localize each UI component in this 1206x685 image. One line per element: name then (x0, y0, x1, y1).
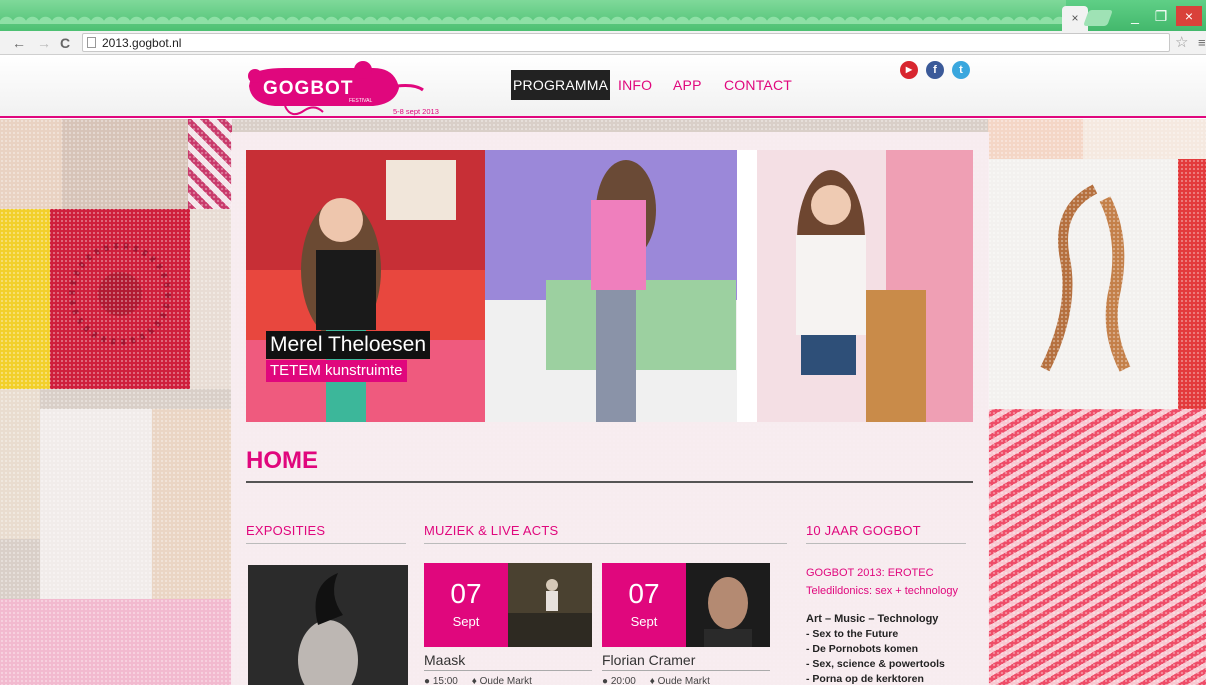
event-month: Sept (630, 614, 658, 629)
back-button[interactable]: ← (12, 34, 26, 52)
minimize-button[interactable]: _ (1124, 6, 1146, 26)
address-bar[interactable]: 2013.gogbot.nl (82, 33, 1170, 52)
event-photo[interactable] (508, 563, 592, 647)
clock-icon: ● (424, 676, 431, 685)
facebook-icon[interactable]: f (926, 61, 944, 79)
event-location: Oude Markt (479, 676, 532, 685)
nav-app[interactable]: APP (673, 70, 702, 100)
tabstrip-decoration (0, 0, 1066, 31)
list-item: - De Pornobots komen (806, 643, 919, 655)
tab-close-button[interactable]: × (1062, 6, 1088, 31)
reload-button[interactable]: C (60, 34, 70, 52)
page-icon (87, 37, 96, 48)
maximize-button[interactable]: ❐ (1150, 6, 1172, 26)
browser-menu-icon[interactable]: ≡ (1198, 35, 1206, 51)
event-divider (602, 670, 770, 671)
bookmark-star-icon[interactable]: ☆ (1175, 34, 1188, 52)
gogbot-tagline[interactable]: Teledildonics: sex + technology (806, 584, 958, 598)
section-divider (806, 543, 966, 544)
gogbot-subtitle[interactable]: GOGBOT 2013: EROTEC (806, 566, 934, 580)
logo-sub: FESTIVAL (349, 98, 372, 104)
event-date: 07 Sept (602, 563, 686, 647)
event-name[interactable]: Florian Cramer (602, 651, 695, 669)
section-divider (246, 543, 406, 544)
new-tab-button[interactable] (1083, 10, 1113, 26)
event-divider (424, 670, 592, 671)
nav-contact[interactable]: CONTACT (724, 70, 792, 100)
event-meta: ● 20:00 ♦ Oude Markt (602, 676, 710, 685)
gogbot-heading: Art – Music – Technology (806, 613, 939, 625)
gogbot-list: - Sex to the Future - De Pornobots komen… (806, 627, 945, 685)
twitter-icon[interactable]: t (952, 61, 970, 79)
youtube-icon[interactable]: ▶ (900, 61, 918, 79)
logo-text: GOGBOT (263, 78, 353, 99)
location-pin-icon: ♦ (471, 676, 477, 685)
page-title: HOME (246, 447, 318, 474)
title-divider (246, 481, 973, 483)
event-date: 07 Sept (424, 563, 508, 647)
slide-caption-venue[interactable]: TETEM kunstruimte (266, 360, 407, 382)
event-day: 07 (450, 578, 482, 609)
event-time: 15:00 (432, 676, 458, 685)
section-heading-gogbot[interactable]: 10 JAAR GOGBOT (806, 523, 921, 539)
site-header: GOGBOT FESTIVAL 5-8 sept 2013 PROGRAMMA … (0, 56, 1206, 118)
location-pin-icon: ♦ (649, 676, 655, 685)
list-item: - Sex, science & powertools (806, 658, 945, 670)
slide-caption-name[interactable]: Merel Theloesen (266, 331, 431, 359)
event-month: Sept (452, 614, 480, 629)
browser-tabstrip: × _ ❐ × (0, 0, 1206, 31)
list-item: - Porna op de kerktoren (806, 673, 924, 685)
section-heading-exposities[interactable]: EXPOSITIES (246, 523, 325, 539)
nav-programma[interactable]: PROGRAMMA (511, 70, 611, 100)
browser-toolbar: ← → C 2013.gogbot.nl ☆ ≡ (0, 31, 1206, 55)
event-location: Oude Markt (657, 676, 710, 685)
list-item: - Sex to the Future (806, 628, 899, 640)
gogbot-logo[interactable]: GOGBOT FESTIVAL 5-8 sept 2013 (245, 60, 460, 118)
exposition-image[interactable] (248, 565, 408, 685)
forward-button[interactable]: → (37, 34, 51, 52)
clock-icon: ● (602, 676, 609, 685)
event-name[interactable]: Maask (424, 651, 465, 669)
section-heading-muziek[interactable]: MUZIEK & LIVE ACTS (424, 523, 558, 539)
nav-info[interactable]: INFO (618, 70, 652, 100)
section-divider (424, 543, 787, 544)
event-day: 07 (628, 578, 660, 609)
event-meta: ● 15:00 ♦ Oude Markt (424, 676, 532, 685)
event-time: 20:00 (610, 676, 636, 685)
event-photo[interactable] (686, 563, 770, 647)
logo-dates: 5-8 sept 2013 (393, 107, 439, 116)
address-url[interactable]: 2013.gogbot.nl (102, 35, 181, 51)
close-window-button[interactable]: × (1176, 6, 1202, 26)
